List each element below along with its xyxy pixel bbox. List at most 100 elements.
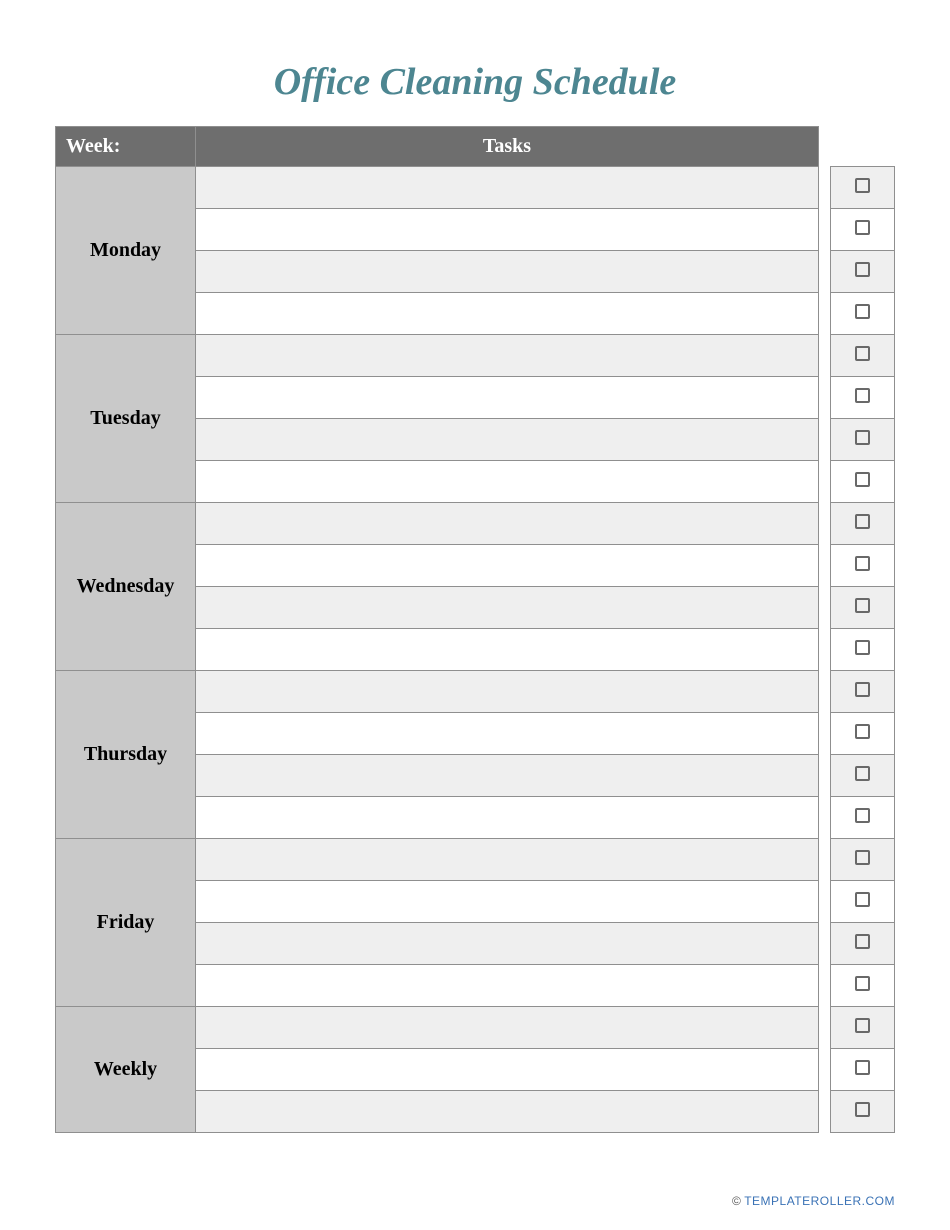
checkbox-icon[interactable]	[855, 976, 870, 991]
header-tasks: Tasks	[196, 127, 819, 167]
task-cell[interactable]	[196, 251, 819, 293]
task-cell[interactable]	[196, 587, 819, 629]
checkbox-icon[interactable]	[855, 598, 870, 613]
task-cell[interactable]	[196, 755, 819, 797]
check-cell[interactable]	[831, 293, 895, 335]
task-cell[interactable]	[196, 167, 819, 209]
checkbox-icon[interactable]	[855, 640, 870, 655]
header-gap	[819, 127, 831, 167]
gap-cell	[819, 209, 831, 251]
check-cell[interactable]	[831, 671, 895, 713]
gap-cell	[819, 251, 831, 293]
checkbox-icon[interactable]	[855, 514, 870, 529]
task-cell[interactable]	[196, 1091, 819, 1133]
task-cell[interactable]	[196, 1007, 819, 1049]
gap-cell	[819, 1049, 831, 1091]
check-cell[interactable]	[831, 881, 895, 923]
gap-cell	[819, 587, 831, 629]
gap-cell	[819, 377, 831, 419]
checkbox-icon[interactable]	[855, 1060, 870, 1075]
day-cell: Weekly	[56, 1007, 196, 1133]
checkbox-icon[interactable]	[855, 556, 870, 571]
check-cell[interactable]	[831, 167, 895, 209]
check-cell[interactable]	[831, 839, 895, 881]
task-cell[interactable]	[196, 881, 819, 923]
task-cell[interactable]	[196, 503, 819, 545]
checkbox-icon[interactable]	[855, 1018, 870, 1033]
gap-cell	[819, 461, 831, 503]
task-cell[interactable]	[196, 293, 819, 335]
task-cell[interactable]	[196, 923, 819, 965]
checkbox-icon[interactable]	[855, 220, 870, 235]
checkbox-icon[interactable]	[855, 1102, 870, 1117]
task-cell[interactable]	[196, 629, 819, 671]
header-week: Week:	[56, 127, 196, 167]
check-cell[interactable]	[831, 1007, 895, 1049]
gap-cell	[819, 713, 831, 755]
task-cell[interactable]	[196, 209, 819, 251]
gap-cell	[819, 923, 831, 965]
check-cell[interactable]	[831, 797, 895, 839]
task-cell[interactable]	[196, 713, 819, 755]
check-cell[interactable]	[831, 545, 895, 587]
checkbox-icon[interactable]	[855, 850, 870, 865]
check-cell[interactable]	[831, 1091, 895, 1133]
task-cell[interactable]	[196, 1049, 819, 1091]
check-cell[interactable]	[831, 755, 895, 797]
day-cell: Tuesday	[56, 335, 196, 503]
day-cell: Friday	[56, 839, 196, 1007]
footer-link[interactable]: TEMPLATEROLLER.COM	[744, 1194, 895, 1208]
check-cell[interactable]	[831, 377, 895, 419]
checkbox-icon[interactable]	[855, 724, 870, 739]
check-cell[interactable]	[831, 713, 895, 755]
gap-cell	[819, 839, 831, 881]
gap-cell	[819, 419, 831, 461]
checkbox-icon[interactable]	[855, 262, 870, 277]
day-cell: Thursday	[56, 671, 196, 839]
gap-cell	[819, 167, 831, 209]
gap-cell	[819, 1091, 831, 1133]
task-cell[interactable]	[196, 545, 819, 587]
page-title: Office Cleaning Schedule	[55, 60, 895, 104]
checkbox-icon[interactable]	[855, 472, 870, 487]
check-cell[interactable]	[831, 965, 895, 1007]
check-cell[interactable]	[831, 587, 895, 629]
gap-cell	[819, 965, 831, 1007]
checkbox-icon[interactable]	[855, 892, 870, 907]
check-cell[interactable]	[831, 335, 895, 377]
task-cell[interactable]	[196, 377, 819, 419]
checkbox-icon[interactable]	[855, 388, 870, 403]
gap-cell	[819, 881, 831, 923]
gap-cell	[819, 293, 831, 335]
gap-cell	[819, 671, 831, 713]
check-cell[interactable]	[831, 1049, 895, 1091]
task-cell[interactable]	[196, 461, 819, 503]
checkbox-icon[interactable]	[855, 682, 870, 697]
check-cell[interactable]	[831, 629, 895, 671]
footer: © TEMPLATEROLLER.COM	[732, 1194, 895, 1208]
check-cell[interactable]	[831, 209, 895, 251]
gap-cell	[819, 1007, 831, 1049]
footer-copyright: ©	[732, 1194, 741, 1208]
check-cell[interactable]	[831, 923, 895, 965]
task-cell[interactable]	[196, 797, 819, 839]
check-cell[interactable]	[831, 503, 895, 545]
checkbox-icon[interactable]	[855, 304, 870, 319]
schedule-table: Week: Tasks MondayTuesdayWednesdayThursd…	[55, 126, 895, 1133]
task-cell[interactable]	[196, 839, 819, 881]
task-cell[interactable]	[196, 419, 819, 461]
checkbox-icon[interactable]	[855, 934, 870, 949]
task-cell[interactable]	[196, 965, 819, 1007]
check-cell[interactable]	[831, 251, 895, 293]
header-check	[831, 127, 895, 167]
checkbox-icon[interactable]	[855, 808, 870, 823]
checkbox-icon[interactable]	[855, 430, 870, 445]
checkbox-icon[interactable]	[855, 766, 870, 781]
task-cell[interactable]	[196, 335, 819, 377]
checkbox-icon[interactable]	[855, 346, 870, 361]
gap-cell	[819, 755, 831, 797]
check-cell[interactable]	[831, 419, 895, 461]
task-cell[interactable]	[196, 671, 819, 713]
check-cell[interactable]	[831, 461, 895, 503]
checkbox-icon[interactable]	[855, 178, 870, 193]
